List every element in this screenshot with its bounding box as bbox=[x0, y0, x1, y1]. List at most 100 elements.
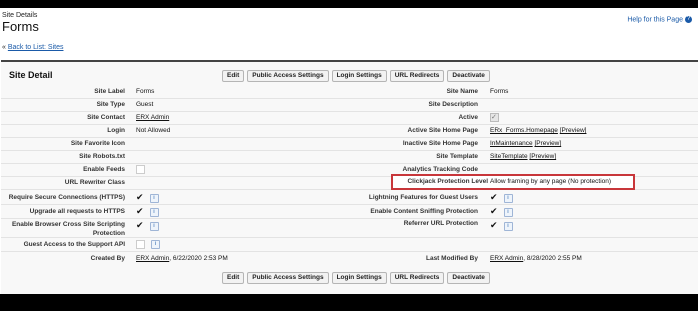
created-by-value: ERX Admin, 6/22/2020 2:53 PM bbox=[136, 252, 228, 265]
section-title: Site Detail bbox=[9, 70, 53, 80]
inactive-home-link[interactable]: InMaintenance bbox=[490, 140, 533, 147]
check-icon: ✔ bbox=[490, 206, 498, 216]
lightning-guest-value: ✔ i bbox=[490, 191, 513, 205]
check-icon: ✔ bbox=[136, 206, 144, 216]
clickjack-value: Allow framing by any page (No protection… bbox=[490, 178, 612, 185]
site-name-label: Site Name bbox=[446, 88, 478, 95]
xss-value: ✔ i bbox=[136, 219, 159, 232]
active-home-preview-link[interactable]: [Preview] bbox=[560, 127, 587, 134]
last-modified-label: Last Modified By bbox=[425, 255, 478, 262]
url-redirects-button[interactable]: URL Redirects bbox=[389, 272, 445, 284]
edit-button[interactable]: Edit bbox=[222, 70, 245, 82]
clickjack-highlight: Clickjack Protection Level Allow framing… bbox=[391, 174, 635, 190]
url-rewriter-label: URL Rewriter Class bbox=[64, 179, 125, 186]
site-template-preview-link[interactable]: [Preview] bbox=[529, 153, 556, 160]
active-label: Active bbox=[458, 114, 478, 121]
edit-button[interactable]: Edit bbox=[222, 272, 245, 284]
active-home-label: Active Site Home Page bbox=[407, 127, 478, 134]
login-label: Login bbox=[107, 127, 125, 134]
help-link-label[interactable]: Help for this Page bbox=[627, 16, 683, 23]
site-template-link[interactable]: SiteTemplate bbox=[490, 153, 528, 160]
public-access-settings-button[interactable]: Public Access Settings bbox=[247, 272, 329, 284]
detail-row: Guest Access to the Support API i bbox=[1, 238, 698, 252]
secure-conn-label: Require Secure Connections (HTTPS) bbox=[8, 194, 125, 201]
created-by-user-link[interactable]: ERX Admin bbox=[136, 255, 169, 262]
detail-row: Site Robots.txt Site Template SiteTempla… bbox=[1, 150, 698, 164]
xss-label-line2: Protection bbox=[92, 230, 125, 237]
robots-label: Site Robots.txt bbox=[79, 153, 125, 160]
back-to-list-link[interactable]: Back to List: Sites bbox=[8, 44, 64, 51]
check-icon: ✔ bbox=[136, 220, 144, 230]
page-title: Forms bbox=[2, 19, 39, 34]
site-template-value: SiteTemplate [Preview] bbox=[490, 150, 556, 163]
info-icon[interactable]: i bbox=[149, 207, 159, 217]
active-home-link[interactable]: ERx_Forms.Homepage bbox=[490, 127, 558, 134]
last-modified-date: , 8/28/2020 2:55 PM bbox=[523, 255, 582, 262]
secure-conn-value: ✔ i bbox=[136, 191, 159, 205]
inactive-home-value: InMaintenance [Preview] bbox=[490, 137, 561, 150]
top-button-bar: Edit Public Access Settings Login Settin… bbox=[222, 70, 490, 82]
site-description-label: Site Description bbox=[428, 101, 478, 108]
info-icon[interactable]: i bbox=[503, 193, 513, 203]
login-value: Not Allowed bbox=[136, 127, 171, 134]
referrer-label: Referrer URL Protection bbox=[403, 220, 478, 227]
page-header: Site Details Forms bbox=[2, 12, 39, 34]
page: Site Details Forms Help for this Page? «… bbox=[0, 8, 698, 294]
site-type-label: Site Type bbox=[96, 101, 125, 108]
bottom-button-bar: Edit Public Access Settings Login Settin… bbox=[222, 272, 490, 284]
detail-row: Upgrade all requests to HTTPS ✔ i Enable … bbox=[1, 205, 698, 219]
help-icon[interactable]: ? bbox=[685, 16, 692, 23]
site-label-value: Forms bbox=[136, 88, 155, 95]
active-value bbox=[490, 111, 499, 124]
info-icon[interactable]: i bbox=[149, 221, 159, 231]
content-sniff-value: ✔ i bbox=[490, 205, 513, 219]
last-modified-user-link[interactable]: ERX Admin bbox=[490, 255, 523, 262]
page-subtitle: Site Details bbox=[2, 12, 38, 19]
enable-feeds-checkbox bbox=[136, 164, 145, 174]
login-settings-button[interactable]: Login Settings bbox=[331, 272, 387, 284]
back-link-container: « Back to List: Sites bbox=[2, 44, 63, 51]
login-settings-button[interactable]: Login Settings bbox=[331, 70, 387, 82]
deactivate-button[interactable]: Deactivate bbox=[447, 272, 490, 284]
created-by-date: , 6/22/2020 2:53 PM bbox=[169, 255, 228, 262]
info-icon[interactable]: i bbox=[503, 221, 513, 231]
detail-row: Require Secure Connections (HTTPS) ✔ i Li… bbox=[1, 191, 698, 205]
site-template-label: Site Template bbox=[436, 153, 478, 160]
inactive-home-preview-link[interactable]: [Preview] bbox=[534, 140, 561, 147]
content-sniff-label: Enable Content Sniffing Protection bbox=[370, 208, 478, 215]
check-icon: ✔ bbox=[490, 220, 498, 230]
clickjack-label: Clickjack Protection Level bbox=[407, 178, 488, 185]
site-name-value: Forms bbox=[490, 88, 509, 95]
guest-support-checkbox bbox=[136, 239, 145, 249]
lightning-guest-label: Lightning Features for Guest Users bbox=[368, 194, 478, 201]
guest-support-value: i bbox=[136, 238, 160, 251]
inactive-home-label: Inactive Site Home Page bbox=[402, 140, 478, 147]
enable-feeds-label: Enable Feeds bbox=[83, 166, 125, 173]
detail-row: Enable Browser Cross Site Scripting Prote… bbox=[1, 219, 698, 238]
check-icon: ✔ bbox=[136, 192, 144, 202]
info-icon[interactable]: i bbox=[503, 207, 513, 217]
site-type-value: Guest bbox=[136, 101, 154, 108]
enable-feeds-value bbox=[136, 163, 145, 176]
check-icon: ✔ bbox=[490, 192, 498, 202]
guest-support-label: Guest Access to the Support API bbox=[23, 241, 125, 248]
site-label-label: Site Label bbox=[94, 88, 125, 95]
site-contact-label: Site Contact bbox=[87, 114, 125, 121]
active-checkbox bbox=[490, 111, 499, 124]
detail-row: Site Favorite Icon Inactive Site Home Pa… bbox=[1, 137, 698, 151]
url-redirects-button[interactable]: URL Redirects bbox=[389, 70, 445, 82]
help-link[interactable]: Help for this Page? bbox=[627, 16, 692, 23]
detail-row: Login Not Allowed Active Site Home Page … bbox=[1, 124, 698, 138]
detail-row: Site Label Forms Site Name Forms bbox=[1, 85, 698, 99]
public-access-settings-button[interactable]: Public Access Settings bbox=[247, 70, 329, 82]
xss-label-line1: Enable Browser Cross Site Scripting bbox=[11, 221, 125, 228]
last-modified-value: ERX Admin, 8/28/2020 2:55 PM bbox=[490, 252, 582, 265]
detail-row: Site Contact ERX Admin Active bbox=[1, 111, 698, 125]
deactivate-button[interactable]: Deactivate bbox=[447, 70, 490, 82]
detail-row: Created By ERX Admin, 6/22/2020 2:53 PM … bbox=[1, 252, 698, 265]
active-home-value: ERx_Forms.Homepage [Preview] bbox=[490, 124, 586, 137]
info-icon[interactable]: i bbox=[149, 193, 159, 203]
xss-label: Enable Browser Cross Site Scripting Prote… bbox=[3, 220, 125, 238]
site-contact-link[interactable]: ERX Admin bbox=[136, 114, 169, 121]
info-icon[interactable]: i bbox=[151, 239, 160, 249]
